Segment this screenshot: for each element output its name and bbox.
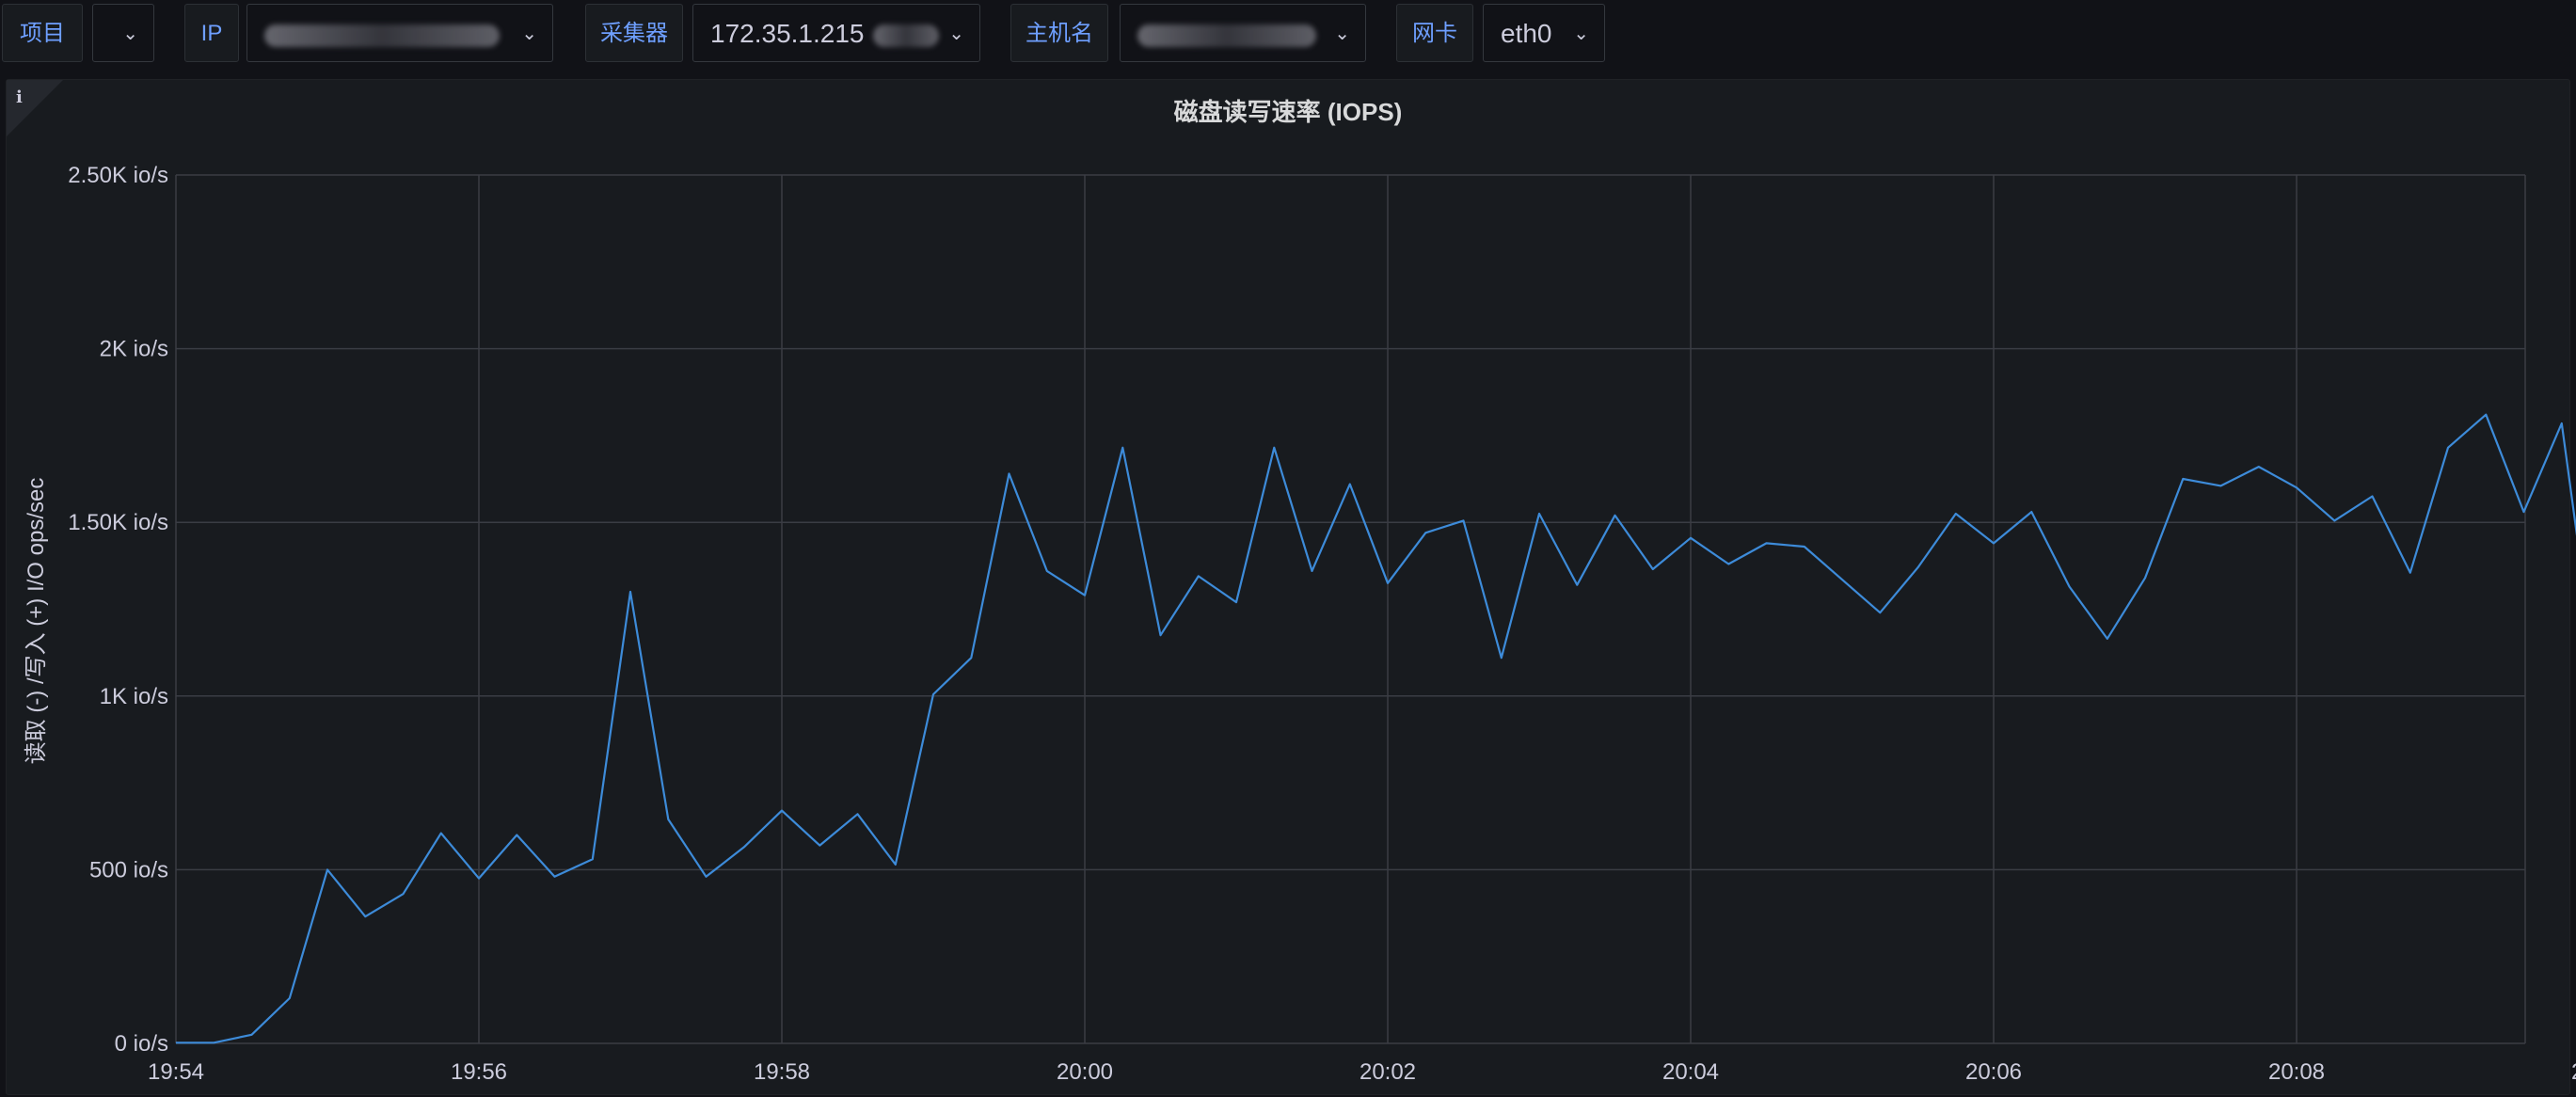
x-tick-label: 20:02 <box>1360 1059 1416 1085</box>
y-tick-label: 0 io/s <box>115 1031 168 1057</box>
y-tick-label: 500 io/s <box>89 857 168 882</box>
x-tick-label: 20:10 <box>2571 1059 2576 1085</box>
x-tick-label: 19:58 <box>754 1059 810 1085</box>
x-tick-label: 20:08 <box>2268 1059 2325 1085</box>
y-tick-label: 2K io/s <box>100 337 168 362</box>
x-tick-label: 20:06 <box>1965 1059 2022 1085</box>
x-tick-label: 20:04 <box>1662 1059 1719 1085</box>
x-tick-label: 19:54 <box>148 1059 204 1085</box>
y-axis-label: 读取 (-) /写入 (+) I/O ops/sec <box>24 478 49 765</box>
series-line-0 <box>176 413 2576 1044</box>
iops-line-chart: 0 io/s 500 io/s 1K io/s 1.50K io/s 2K io/s 2.… <box>24 163 2576 1085</box>
y-tick-label: 1.50K io/s <box>68 510 168 535</box>
y-tick-label: 1K io/s <box>100 684 168 709</box>
x-tick-label: 20:00 <box>1057 1059 1113 1085</box>
y-tick-label: 2.50K io/s <box>68 163 168 188</box>
x-tick-label: 19:56 <box>451 1059 507 1085</box>
